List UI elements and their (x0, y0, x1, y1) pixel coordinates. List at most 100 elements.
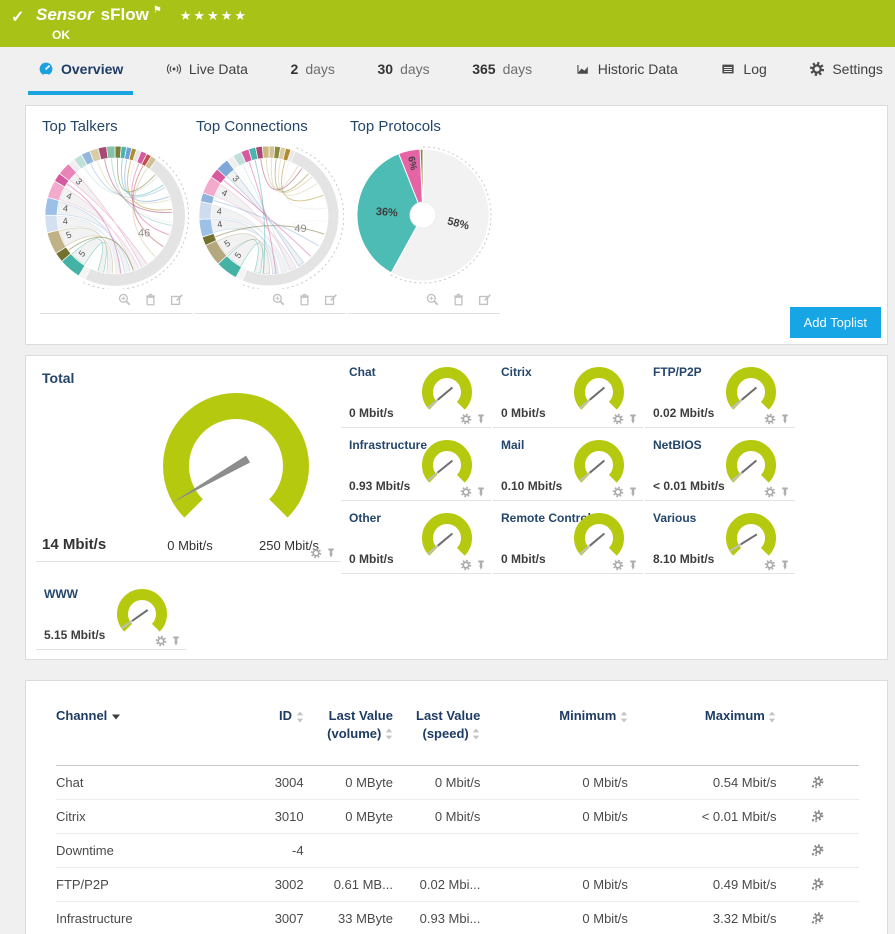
pin-icon[interactable] (779, 413, 791, 425)
pin-icon[interactable] (779, 559, 791, 571)
tab-settings[interactable]: Settings (799, 47, 893, 95)
row-gear-icon[interactable] (810, 877, 825, 892)
gauge-citrix: Citrix0 Mbit/s (493, 359, 643, 428)
cell-volume: 0 MByte (304, 775, 393, 790)
flag-icon[interactable]: ⚑ (153, 5, 162, 16)
pin-icon[interactable] (170, 635, 182, 647)
tab-bar: Overview Live Data 2days 30days 365 days Histo… (0, 47, 895, 95)
row-gear-icon[interactable] (810, 911, 825, 926)
gear-icon[interactable] (460, 486, 472, 498)
column-header-last-value-volume-[interactable]: Last Value (volume) (304, 707, 393, 742)
gauge-channel-name: Various (653, 511, 696, 525)
delete-icon[interactable] (451, 292, 466, 307)
zoom-icon[interactable] (425, 292, 440, 307)
pin-icon[interactable] (627, 413, 639, 425)
gear-icon[interactable] (460, 559, 472, 571)
pin-icon[interactable] (475, 413, 487, 425)
table-row: Downtime-4 (56, 834, 859, 868)
column-header-minimum[interactable]: Minimum (480, 707, 628, 725)
gear-icon[interactable] (310, 547, 322, 559)
pin-icon[interactable] (779, 486, 791, 498)
channel-gauge (416, 437, 478, 493)
gear-icon[interactable] (612, 413, 624, 425)
gauge-www: WWW 5.15 Mbit/s (36, 581, 186, 650)
row-gear-icon[interactable] (810, 775, 825, 790)
gauge-value: 5.15 Mbit/s (44, 628, 105, 642)
gauge-channel-name: WWW (44, 587, 78, 601)
pin-icon[interactable] (627, 486, 639, 498)
delete-icon[interactable] (143, 292, 158, 307)
gauge-infrastructure: Infrastructure0.93 Mbit/s (341, 432, 491, 501)
gauge-netbios: NetBIOS< 0.01 Mbit/s (645, 432, 795, 501)
column-label: Channel (56, 708, 111, 723)
tab-log[interactable]: Log (710, 47, 776, 95)
edit-icon[interactable] (323, 292, 338, 307)
gear-icon[interactable] (612, 559, 624, 571)
channel-table: Channel ID Last Value (volume) Last Valu… (26, 681, 887, 934)
gear-icon[interactable] (155, 635, 167, 647)
gauge-chat: Chat0 Mbit/s (341, 359, 491, 428)
toplist-chart[interactable]: 46554443 (40, 139, 192, 289)
pin-icon[interactable] (475, 486, 487, 498)
toplist-title: Top Connections (196, 118, 346, 135)
sensor-name: sFlow (101, 5, 149, 24)
column-header-id[interactable]: ID (231, 707, 304, 725)
tab-365-days[interactable]: 365 days (462, 47, 542, 95)
cell-max: 3.32 Mbit/s (628, 911, 777, 926)
gauge-actions (764, 486, 791, 498)
gear-icon[interactable] (764, 486, 776, 498)
column-label: ID (279, 708, 296, 723)
gauge-mail: Mail0.10 Mbit/s (493, 432, 643, 501)
gauge-value: 0.10 Mbit/s (501, 479, 562, 493)
cell-id: 3004 (231, 775, 304, 790)
priority-stars[interactable]: ★★★★★ (180, 8, 248, 23)
channel-gauge (720, 510, 782, 566)
delete-icon[interactable] (297, 292, 312, 307)
add-toplist-button[interactable]: Add Toplist (790, 307, 881, 338)
toplist-title: Top Talkers (42, 118, 192, 135)
tab-label: days (503, 61, 533, 77)
tab-live-data[interactable]: Live Data (156, 47, 258, 95)
tab-historic-data[interactable]: Historic Data (565, 47, 688, 95)
edit-icon[interactable] (477, 292, 492, 307)
column-label: Maximum (705, 708, 769, 723)
pin-icon[interactable] (627, 559, 639, 571)
tab-label: Log (743, 61, 766, 77)
pin-icon[interactable] (475, 559, 487, 571)
column-header-channel[interactable]: Channel (56, 707, 231, 725)
column-header-last-value-speed-[interactable]: Last Value (speed) (393, 707, 480, 742)
cell-speed: 0.02 Mbi... (393, 877, 480, 892)
cell-actions (776, 809, 859, 824)
tab-30-days[interactable]: 30days (367, 47, 439, 95)
table-row: FTP/P2P30020.61 MB...0.02 Mbi...0 Mbit/s… (56, 868, 859, 902)
channel-gauge (568, 510, 630, 566)
gear-icon[interactable] (764, 559, 776, 571)
zoom-icon[interactable] (271, 292, 286, 307)
cell-channel: Infrastructure (56, 911, 231, 926)
toplist-toolbar (348, 289, 500, 314)
column-header-maximum[interactable]: Maximum (628, 707, 777, 725)
toplist-top-connections: Top Connections 49554443 (194, 118, 346, 314)
toplists-panel: Top Talkers 46554443 Top Connections 495544… (25, 105, 888, 345)
gear-icon[interactable] (612, 486, 624, 498)
toplist-chart[interactable]: 49554443 (194, 139, 346, 289)
table-row: Infrastructure300733 MByte0.93 Mbi...0 M… (56, 902, 859, 934)
edit-icon[interactable] (169, 292, 184, 307)
row-gear-icon[interactable] (810, 843, 825, 858)
gear-icon[interactable] (764, 413, 776, 425)
sensor-header: ✓ SensorsFlow⚑★★★★★ OK (0, 0, 895, 47)
tab-label: days (305, 61, 335, 77)
tab-number: 365 (472, 61, 495, 77)
tab-overview[interactable]: Overview (28, 47, 133, 95)
gear-icon[interactable] (460, 413, 472, 425)
sort-icon (768, 711, 776, 723)
channel-gauge (568, 437, 630, 493)
row-gear-icon[interactable] (810, 809, 825, 824)
pin-icon[interactable] (325, 547, 337, 559)
chord-chart: 46554443 (40, 139, 190, 289)
zoom-icon[interactable] (117, 292, 132, 307)
channel-gauge (416, 364, 478, 420)
toplist-chart[interactable]: 58%36%6% (348, 139, 500, 289)
cell-id: -4 (231, 843, 304, 858)
tab-2-days[interactable]: 2days (281, 47, 345, 95)
